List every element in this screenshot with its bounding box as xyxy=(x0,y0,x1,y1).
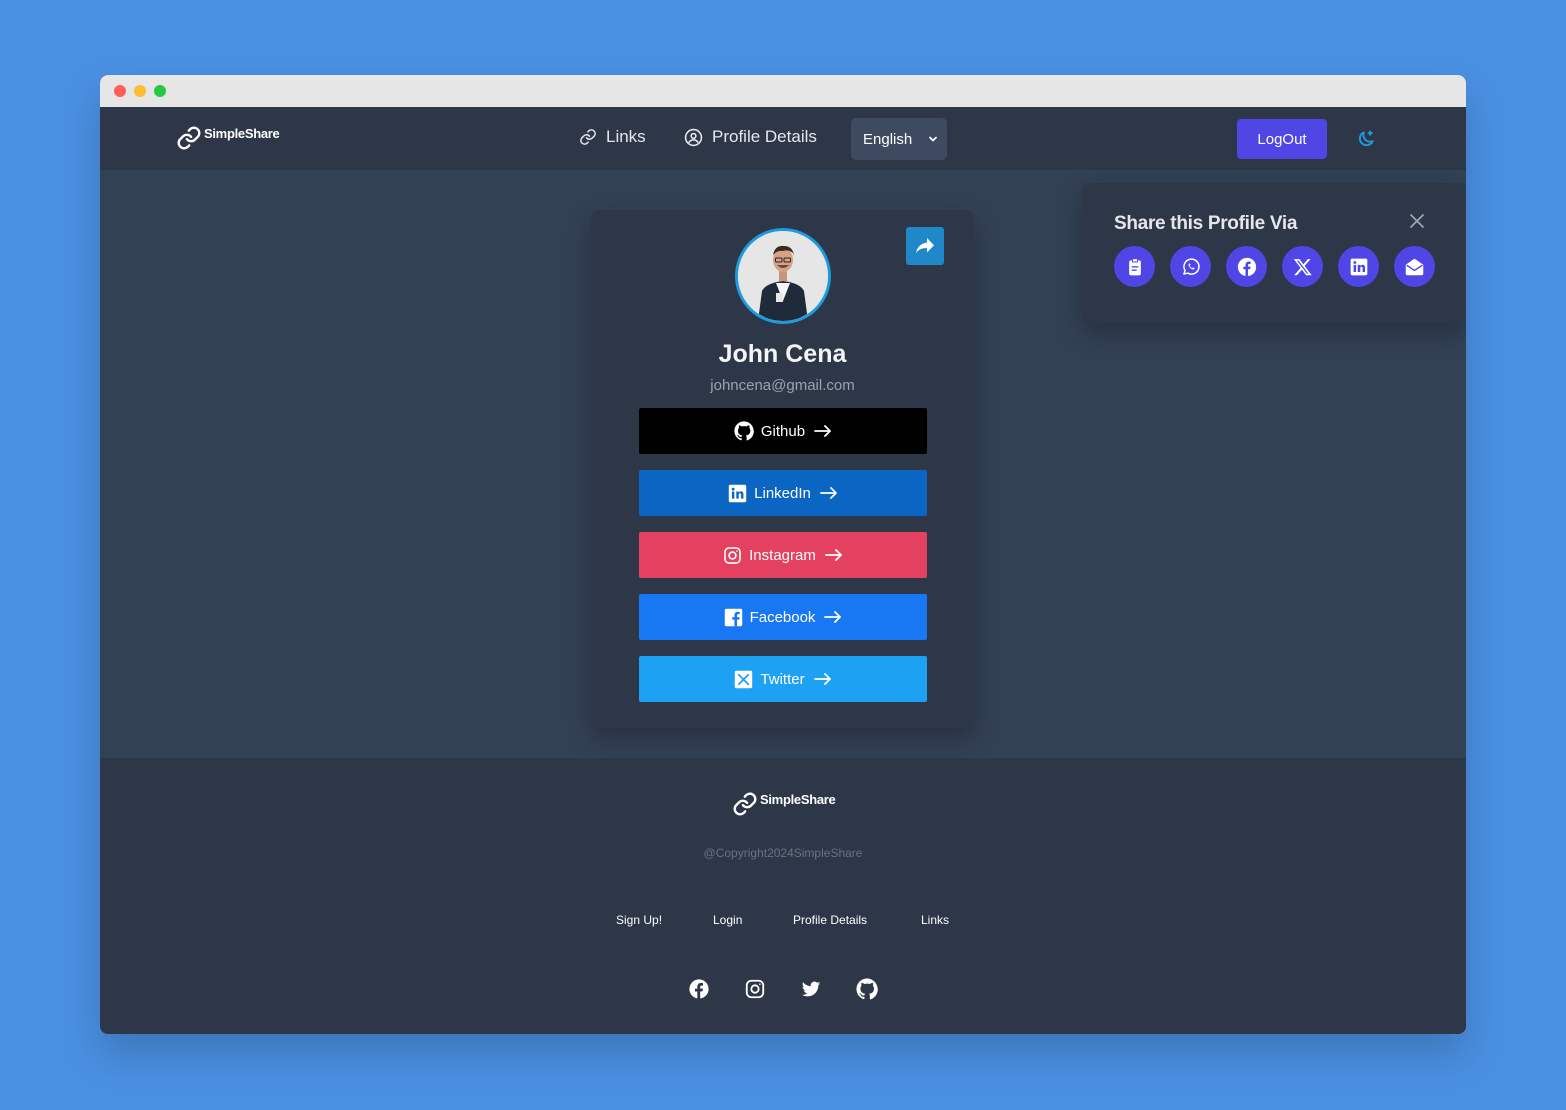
share-arrow-icon xyxy=(916,238,934,253)
share-whatsapp-button[interactable] xyxy=(1170,246,1211,287)
share-linkedin-button[interactable] xyxy=(1338,246,1379,287)
github-icon xyxy=(734,421,754,441)
facebook-icon[interactable] xyxy=(688,978,710,1000)
logout-button[interactable]: LogOut xyxy=(1237,119,1327,159)
email-icon xyxy=(1405,258,1424,276)
footer-link-profile-details[interactable]: Profile Details xyxy=(793,913,867,927)
arrow-right-icon xyxy=(813,673,831,685)
profile-card: John Cena johncena@gmail.com Github Link… xyxy=(591,210,974,728)
avatar-portrait-image xyxy=(738,231,828,321)
twitter-link-button[interactable]: Twitter xyxy=(639,656,927,702)
link-icon xyxy=(580,129,596,145)
linkedin-link-button[interactable]: LinkedIn xyxy=(639,470,927,516)
facebook-square-icon xyxy=(724,608,742,626)
instagram-link-label: Instagram xyxy=(749,546,816,564)
arrow-right-icon xyxy=(814,425,831,437)
linkedin-link-label: LinkedIn xyxy=(754,484,811,502)
footer: SimpleShare @Copyright2024SimpleShare Si… xyxy=(100,758,1466,1034)
logo-chain-icon xyxy=(733,792,757,816)
share-email-button[interactable] xyxy=(1394,246,1435,287)
dark-mode-toggle-icon[interactable] xyxy=(1356,129,1376,149)
navbar: SimpleShare Links Profile Details Englis… xyxy=(100,107,1466,170)
facebook-link-button[interactable]: Facebook xyxy=(639,594,927,640)
arrow-right-icon xyxy=(824,549,842,561)
x-square-icon xyxy=(735,670,753,688)
nav-links-label: Links xyxy=(606,127,646,146)
github-link-button[interactable]: Github xyxy=(639,408,927,454)
logo-chain-icon xyxy=(177,126,201,150)
language-select[interactable]: English xyxy=(851,118,947,160)
linkedin-icon xyxy=(728,484,747,502)
brand-name: SimpleShare xyxy=(204,126,280,141)
nav-links-link[interactable]: Links xyxy=(579,127,646,147)
x-icon xyxy=(1293,258,1312,275)
window-titlebar xyxy=(100,75,1466,107)
instagram-icon[interactable] xyxy=(744,978,766,1000)
share-profile-button[interactable] xyxy=(906,227,944,265)
facebook-icon xyxy=(1237,257,1256,276)
profile-avatar xyxy=(735,228,831,324)
profile-name: John Cena xyxy=(718,340,847,368)
share-clipboard-button[interactable] xyxy=(1114,246,1155,287)
nav-profile-label: Profile Details xyxy=(712,127,817,146)
github-icon[interactable] xyxy=(856,978,878,1000)
browser-window: SimpleShare Links Profile Details Englis… xyxy=(100,75,1466,1034)
twitter-icon[interactable] xyxy=(800,978,822,1000)
footer-link-signup[interactable]: Sign Up! xyxy=(616,913,662,927)
close-icon[interactable] xyxy=(1409,213,1425,229)
maximize-window-button[interactable] xyxy=(154,85,166,97)
github-link-label: Github xyxy=(760,422,806,440)
user-circle-icon xyxy=(684,128,703,146)
instagram-icon xyxy=(724,546,741,564)
footer-brand-name: SimpleShare xyxy=(760,792,836,807)
main-content: John Cena johncena@gmail.com Github Link… xyxy=(100,170,1466,758)
language-value: English xyxy=(863,130,913,148)
share-x-button[interactable] xyxy=(1282,246,1323,287)
footer-link-login[interactable]: Login xyxy=(713,913,742,927)
footer-link-links[interactable]: Links xyxy=(921,913,949,927)
share-profile-panel: Share this Profile Via xyxy=(1082,183,1466,323)
copyright-text: @Copyright2024SimpleShare xyxy=(703,846,863,860)
instagram-link-button[interactable]: Instagram xyxy=(639,532,927,578)
twitter-link-label: Twitter xyxy=(760,670,805,688)
minimize-window-button[interactable] xyxy=(134,85,146,97)
brand-logo[interactable]: SimpleShare xyxy=(176,125,280,151)
arrow-right-icon xyxy=(819,487,837,499)
profile-email: johncena@gmail.com xyxy=(710,377,855,394)
facebook-link-label: Facebook xyxy=(749,608,816,626)
whatsapp-icon xyxy=(1182,257,1200,275)
arrow-right-icon xyxy=(824,611,842,623)
nav-profile-details-link[interactable]: Profile Details xyxy=(684,127,817,147)
share-facebook-button[interactable] xyxy=(1226,246,1267,287)
footer-brand-logo[interactable]: SimpleShare xyxy=(732,791,836,817)
share-panel-title: Share this Profile Via xyxy=(1114,213,1298,234)
close-window-button[interactable] xyxy=(114,85,126,97)
linkedin-icon xyxy=(1350,258,1367,275)
chevron-down-icon xyxy=(929,136,937,142)
clipboard-icon xyxy=(1128,257,1141,275)
